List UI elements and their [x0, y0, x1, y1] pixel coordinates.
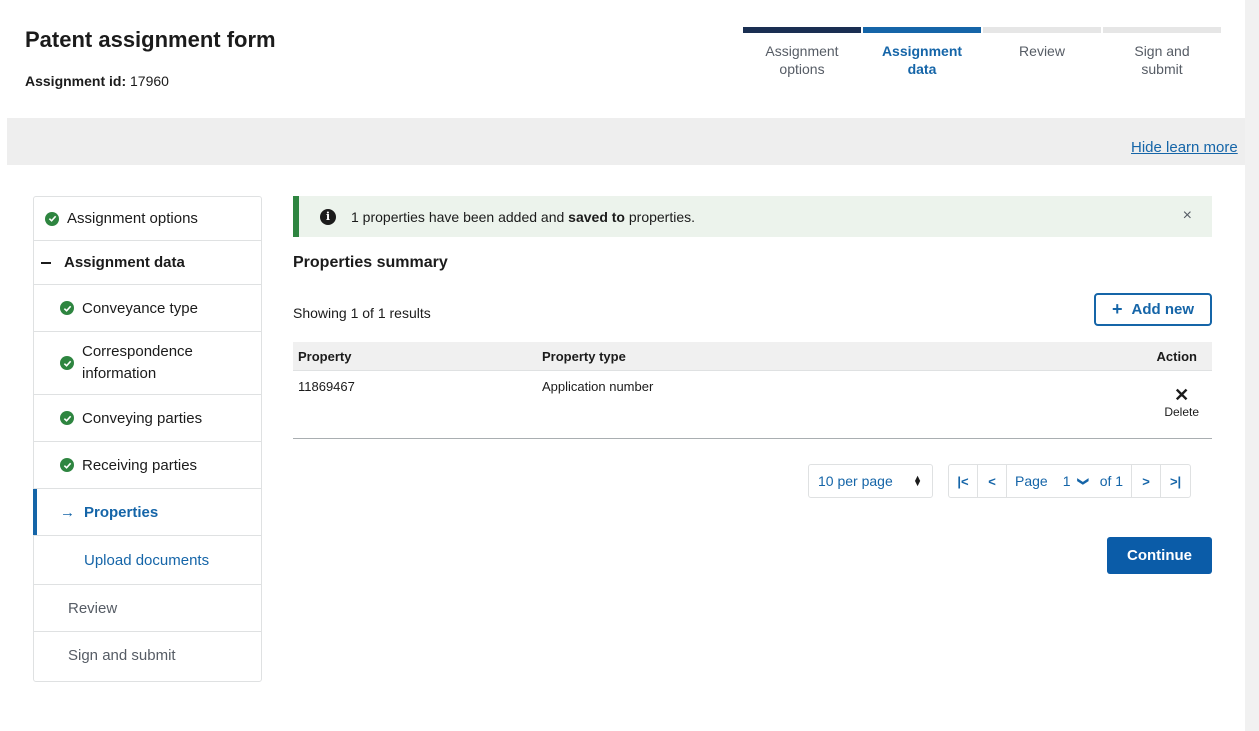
step-label-line: Assignment: [881, 43, 963, 59]
per-page-value: 10 per page: [818, 473, 893, 489]
minus-icon: [41, 261, 51, 264]
close-icon: ✕: [1174, 385, 1190, 405]
results-count: Showing 1 of 1 results: [293, 305, 431, 321]
alert-text: 1 properties have been added and: [351, 208, 569, 225]
sidebar-item-upload-documents[interactable]: Upload documents: [34, 536, 261, 585]
assignment-id-value: 17960: [130, 73, 169, 89]
hide-learn-more-link[interactable]: Hide learn more: [1131, 139, 1238, 156]
add-new-button[interactable]: + Add new: [1094, 293, 1212, 326]
sidebar-item-label: Receiving parties: [82, 456, 198, 474]
learn-more-band: [7, 118, 1245, 165]
property-type: Application number: [542, 379, 654, 394]
step-indicator: Assignment options Assignment data Revie…: [743, 27, 1223, 78]
next-page-button[interactable]: >: [1132, 465, 1162, 497]
sidebar-item-conveying-parties[interactable]: Conveying parties: [34, 395, 261, 442]
sidebar-item-label: Assignment options: [67, 210, 198, 227]
last-page-button[interactable]: >|: [1161, 465, 1190, 497]
sidebar-item-label: Sign and submit: [68, 647, 176, 664]
alert-text: properties.: [624, 208, 696, 225]
continue-button[interactable]: Continue: [1107, 537, 1212, 574]
previous-page-button[interactable]: <: [978, 465, 1007, 497]
check-circle-icon: [60, 356, 74, 370]
sidebar-item-label-line: information: [82, 365, 157, 382]
sidebar-item-label: Upload documents: [84, 551, 210, 569]
page-label: Page: [1015, 473, 1048, 489]
plus-icon: +: [1111, 299, 1123, 319]
table-header: Property Property type Action: [293, 342, 1212, 371]
add-new-label: Add new: [1131, 301, 1195, 318]
sidebar-item-label: Assignment data: [64, 254, 185, 271]
check-circle-icon: [60, 411, 74, 425]
sidebar-item-label: Properties: [84, 503, 159, 521]
step-assignment-data: Assignment data: [863, 27, 981, 78]
arrow-right-icon: →: [60, 503, 75, 521]
check-circle-icon: [60, 458, 74, 472]
current-page-value: 1: [1062, 473, 1071, 489]
sidebar-item-assignment-data[interactable]: Assignment data: [34, 241, 261, 285]
first-page-button[interactable]: |<: [949, 465, 978, 497]
assignment-id: Assignment id: 17960: [25, 73, 169, 89]
step-label: Assignment options: [743, 42, 861, 78]
property-number: 11869467: [298, 379, 355, 394]
step-assignment-options: Assignment options: [743, 27, 861, 78]
assignment-id-label: Assignment id:: [25, 73, 127, 89]
delete-button[interactable]: ✕ Delete: [1164, 385, 1199, 419]
sidebar-item-review[interactable]: Review: [34, 585, 261, 632]
alert-message: 1 properties have been added and saved t…: [351, 209, 695, 225]
step-label-line: Review: [1019, 43, 1065, 59]
sort-arrows-icon: ▲ ▼: [913, 473, 922, 488]
check-circle-icon: [45, 211, 59, 226]
step-label-line: data: [907, 61, 937, 77]
sidebar-item-label: Conveying parties: [82, 409, 203, 427]
delete-label: Delete: [1164, 405, 1199, 419]
page-total-label: of 1: [1099, 473, 1124, 489]
column-header-action: Action: [1156, 348, 1197, 364]
properties-summary-title: Properties summary: [293, 254, 448, 271]
column-header-property: Property: [298, 348, 352, 364]
alert-text-bold: saved to: [568, 208, 625, 225]
per-page-select[interactable]: 10 per page ▲ ▼: [808, 464, 933, 498]
step-label-line: Sign and: [1134, 43, 1190, 59]
sidebar-item-label: Review: [68, 599, 118, 617]
pagination: |< < Page 1 ❯ of 1 > >|: [948, 464, 1192, 498]
step-bar: [1103, 27, 1221, 33]
info-icon: i: [320, 208, 336, 225]
column-header-property-type: Property type: [542, 348, 626, 364]
sidebar-item-correspondence-information[interactable]: Correspondence information: [34, 332, 261, 395]
chevron-down-icon: ❯: [1076, 476, 1089, 486]
step-label: Review: [983, 42, 1101, 60]
sidebar-item-assignment-options[interactable]: Assignment options: [34, 197, 261, 241]
check-circle-icon: [60, 301, 74, 315]
properties-table: Property Property type Action 11869467 A…: [293, 342, 1212, 439]
step-label-line: Assignment: [765, 43, 839, 59]
sidebar-item-label: Conveyance type: [82, 299, 198, 317]
sidebar-item-sign-and-submit[interactable]: Sign and submit: [34, 632, 261, 679]
sidebar-item-label-line: Correspondence: [82, 343, 193, 360]
step-sign-and-submit: Sign and submit: [1103, 27, 1221, 78]
step-bar: [983, 27, 1101, 33]
page-title: Patent assignment form: [25, 27, 276, 52]
step-bar: [863, 27, 981, 33]
step-label: Assignment data: [863, 42, 981, 78]
page-indicator: Page 1 ❯ of 1: [1007, 465, 1133, 497]
step-review: Review: [983, 27, 1101, 78]
success-alert: i 1 properties have been added and saved…: [293, 196, 1212, 237]
step-label-line: submit: [1141, 61, 1183, 77]
step-bar: [743, 27, 861, 33]
sidebar-item-receiving-parties[interactable]: Receiving parties: [34, 442, 261, 489]
page-header: Patent assignment form Assignment id: 17…: [0, 0, 1245, 118]
table-row: 11869467 Application number ✕ Delete: [293, 371, 1212, 439]
page-number-select[interactable]: 1 ❯: [1057, 469, 1094, 493]
scrollbar[interactable]: [1245, 0, 1259, 731]
sidebar-item-conveyance-type[interactable]: Conveyance type: [34, 285, 261, 332]
step-label: Sign and submit: [1103, 42, 1221, 78]
side-navigation: Assignment options Assignment data Conve…: [33, 196, 262, 682]
sidebar-item-label: Correspondence information: [82, 341, 193, 385]
close-icon[interactable]: ×: [1183, 207, 1192, 225]
sidebar-item-properties[interactable]: → Properties: [33, 489, 261, 536]
step-label-line: options: [779, 61, 825, 77]
